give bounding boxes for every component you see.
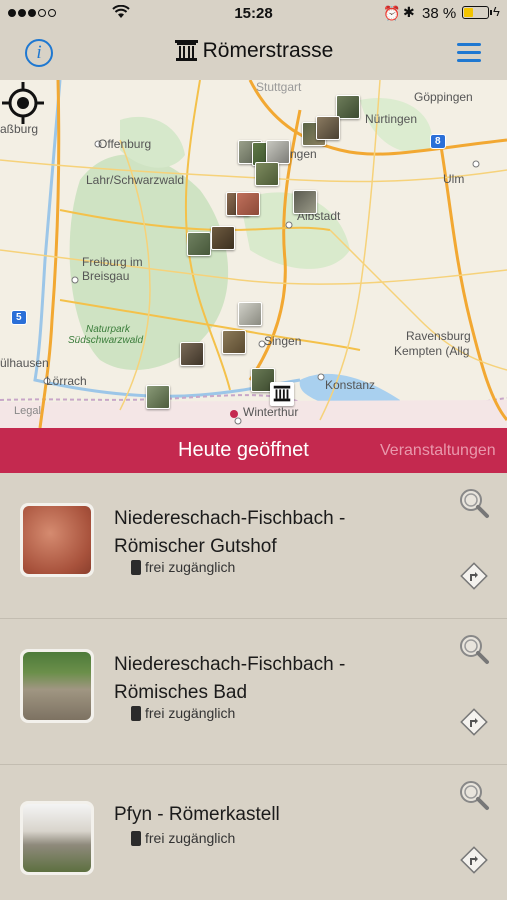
- map-label-nuertingen: Nürtingen: [365, 112, 418, 126]
- zoom-to-map-button[interactable]: [458, 779, 490, 811]
- highway-shield-a8: 8: [430, 134, 446, 149]
- access-info: frei zugänglich: [131, 705, 235, 721]
- page-title: Römerstrasse: [202, 38, 334, 62]
- map-label-offenburg: Offenburg: [98, 137, 152, 151]
- map-marker-site[interactable]: [266, 140, 290, 164]
- sites-list: Niedereschach-Fischbach - Römischer Guts…: [0, 473, 507, 900]
- access-label: frei zugänglich: [145, 559, 236, 575]
- map-label-freiburg-line1: Freiburg im: [82, 255, 143, 269]
- map-marker-site[interactable]: [316, 116, 340, 140]
- map-label-naturpark-line2: Südschwarzwald: [68, 335, 144, 346]
- map-marker-site[interactable]: [293, 190, 317, 214]
- battery-icon: [462, 6, 492, 19]
- charging-icon: ϟ: [493, 4, 500, 19]
- access-label: frei zugänglich: [145, 705, 236, 721]
- map-label-stuttgart: Stuttgart: [256, 80, 302, 94]
- map-marker-site[interactable]: [336, 95, 360, 119]
- access-info: frei zugänglich: [131, 559, 235, 575]
- legal-link[interactable]: Legal: [14, 405, 41, 417]
- directions-button[interactable]: [459, 707, 489, 737]
- map-label-kempten: Kempten (Allg: [394, 344, 470, 358]
- map-label-lahr: Lahr/Schwarzwald: [86, 173, 185, 187]
- access-watch-icon: [131, 705, 141, 721]
- directions-button[interactable]: [459, 561, 489, 591]
- access-label: frei zugänglich: [145, 830, 236, 846]
- map-view[interactable]: aßburg Offenburg Lahr/Schwarzwald Freibu…: [0, 80, 507, 428]
- hamburger-menu-button[interactable]: [457, 43, 481, 63]
- directions-button[interactable]: [459, 845, 489, 875]
- map-marker-site[interactable]: [187, 232, 211, 256]
- alarm-icon: ⏰: [383, 5, 401, 21]
- map-marker-site[interactable]: [211, 226, 235, 250]
- map-label-muelhausen: ülhausen: [0, 356, 49, 370]
- bluetooth-icon: ✱: [403, 4, 415, 20]
- status-bar: 15:28 ⏰ ✱ 38 % ϟ: [0, 0, 507, 28]
- access-watch-icon: [131, 559, 141, 575]
- list-item[interactable]: Niedereschach-Fischbach - Römischer Guts…: [0, 473, 507, 619]
- access-watch-icon: [131, 830, 141, 846]
- map-label-singen: Singen: [264, 334, 302, 348]
- map-marker-site[interactable]: [236, 192, 260, 216]
- map-label-naturpark-line1: Naturpark: [86, 324, 130, 335]
- site-name: Niedereschach-Fischbach - Römischer Guts…: [114, 508, 346, 557]
- navigation-bar: i Römerstrasse: [0, 28, 507, 80]
- temple-logo-icon: [174, 40, 198, 61]
- list-item[interactable]: Pfyn - Römerkastell frei zugänglich: [0, 765, 507, 900]
- map-label-goeppingen: Göppingen: [414, 90, 473, 104]
- site-photo: [20, 649, 94, 723]
- map-label-ravensburg: Ravensburg: [406, 329, 471, 343]
- map-label-tuebingen: ngen: [290, 147, 317, 161]
- map-label-konstanz: Konstanz: [325, 378, 376, 392]
- title-area: Römerstrasse: [0, 38, 507, 63]
- highway-shield-a5: 5: [11, 310, 27, 325]
- map-marker-site[interactable]: [146, 385, 170, 409]
- locate-me-button[interactable]: [0, 80, 46, 126]
- tab-veranstaltungen[interactable]: Veranstaltungen: [380, 442, 496, 460]
- map-marker-site[interactable]: [238, 302, 262, 326]
- zoom-to-map-button[interactable]: [458, 633, 490, 665]
- app-screen: 15:28 ⏰ ✱ 38 % ϟ i Römerstrasse aßburg O…: [0, 0, 507, 900]
- map-label-ulm: Ulm: [443, 172, 465, 186]
- map-marker-site[interactable]: [180, 342, 204, 366]
- list-item[interactable]: Niedereschach-Fischbach - Römisches Bad …: [0, 619, 507, 765]
- access-info: frei zugänglich: [131, 830, 235, 846]
- zoom-to-map-button[interactable]: [458, 487, 490, 519]
- site-name: Pfyn - Römerkastell: [114, 804, 280, 825]
- map-label-loerrach: Lörrach: [46, 374, 87, 388]
- map-marker-site[interactable]: [255, 162, 279, 186]
- site-name: Niedereschach-Fischbach - Römisches Bad: [114, 654, 346, 703]
- map-label-winterthur: Winterthur: [243, 405, 299, 419]
- site-photo: [20, 801, 94, 875]
- map-label-freiburg-line2: Breisgau: [82, 269, 130, 283]
- map-marker-temple-icon[interactable]: [270, 382, 294, 406]
- battery-percentage: 38 %: [422, 5, 457, 22]
- site-photo: [20, 503, 94, 577]
- tab-heute-geoeffnet[interactable]: Heute geöffnet: [178, 439, 309, 462]
- category-tab-bar: Heute geöffnet Veranstaltungen: [0, 428, 507, 473]
- map-marker-site[interactable]: [222, 330, 246, 354]
